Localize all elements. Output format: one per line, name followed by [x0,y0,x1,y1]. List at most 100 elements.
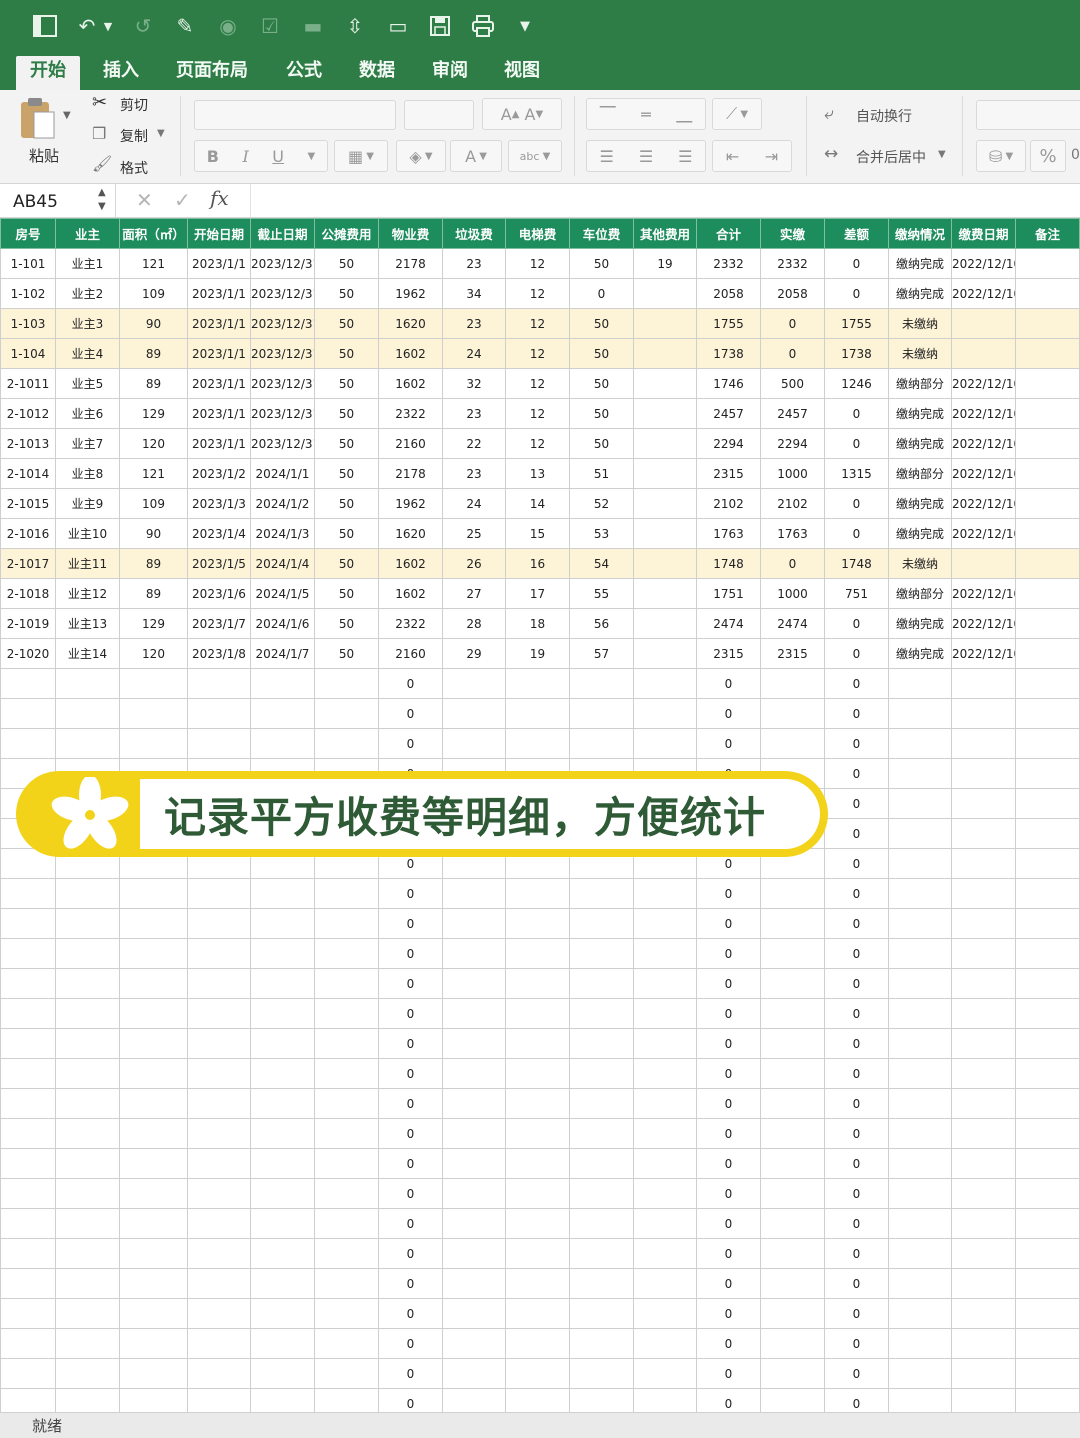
table-cell[interactable] [0,1028,56,1059]
table-cell[interactable] [760,1358,825,1389]
table-cell[interactable] [0,1088,56,1119]
table-cell[interactable] [442,1148,506,1179]
table-cell[interactable]: 0 [824,848,889,879]
table-cell[interactable] [55,1058,120,1089]
table-cell[interactable]: 2315 [696,638,761,669]
table-cell[interactable] [951,1088,1016,1119]
table-cell[interactable] [0,1328,56,1359]
table-cell[interactable] [0,698,56,729]
table-cell[interactable] [314,1238,379,1269]
currency-icon[interactable]: ⛁ ▼ [976,140,1026,172]
table-cell[interactable]: 1-102 [0,278,56,309]
table-cell[interactable] [633,1148,697,1179]
table-cell[interactable] [314,1388,379,1412]
table-cell[interactable]: 0 [696,1238,761,1269]
table-cell[interactable]: 1620 [378,308,443,339]
table-cell[interactable] [888,1088,952,1119]
cut-button[interactable]: 剪切 [120,95,148,115]
table-cell[interactable]: 50 [569,428,634,459]
table-cell[interactable] [1015,338,1080,369]
table-cell[interactable] [119,1118,188,1149]
table-cell[interactable]: 50 [314,638,379,669]
table-cell[interactable]: 0 [824,1058,889,1089]
table-cell[interactable]: 0 [824,728,889,759]
column-header[interactable]: 备注 [1015,218,1080,249]
table-cell[interactable] [951,938,1016,969]
table-cell[interactable]: 0 [824,1118,889,1149]
table-cell[interactable] [1015,668,1080,699]
table-cell[interactable]: 0 [824,608,889,639]
table-cell[interactable]: 缴纳完成 [888,608,952,639]
table-cell[interactable] [0,1208,56,1239]
table-cell[interactable]: 23 [442,458,506,489]
table-cell[interactable] [442,938,506,969]
table-cell[interactable]: 2294 [760,428,825,459]
table-cell[interactable]: 2023/1/1 [187,398,251,429]
table-cell[interactable] [250,1238,315,1269]
table-cell[interactable]: 0 [824,428,889,459]
column-header[interactable]: 开始日期 [187,218,251,249]
table-cell[interactable] [442,968,506,999]
table-cell[interactable] [442,1208,506,1239]
table-cell[interactable] [314,998,379,1029]
table-cell[interactable] [951,848,1016,879]
table-cell[interactable] [1015,518,1080,549]
sidebar-toggle-icon[interactable] [30,12,60,40]
table-cell[interactable]: 56 [569,608,634,639]
table-cell[interactable]: 0 [696,1028,761,1059]
table-cell[interactable]: 0 [569,278,634,309]
table-cell[interactable] [760,1148,825,1179]
font-size-grow-shrink[interactable]: A ▲ A ▼ [482,98,562,130]
table-cell[interactable] [119,1298,188,1329]
table-cell[interactable] [951,1148,1016,1179]
table-cell[interactable]: 89 [119,368,188,399]
table-cell[interactable]: 55 [569,578,634,609]
table-cell[interactable]: 89 [119,338,188,369]
table-cell[interactable] [1015,908,1080,939]
table-cell[interactable] [442,1388,506,1412]
table-cell[interactable] [55,1358,120,1389]
table-cell[interactable] [187,668,251,699]
table-cell[interactable]: 2023/1/4 [187,518,251,549]
table-cell[interactable]: 缴纳部分 [888,368,952,399]
table-cell[interactable] [187,908,251,939]
table-cell[interactable]: 0 [760,338,825,369]
table-cell[interactable]: 0 [378,908,443,939]
table-cell[interactable] [314,1178,379,1209]
table-cell[interactable] [888,848,952,879]
table-cell[interactable] [119,998,188,1029]
table-cell[interactable] [0,668,56,699]
table-cell[interactable] [442,728,506,759]
table-cell[interactable] [187,998,251,1029]
table-cell[interactable]: 2102 [760,488,825,519]
table-cell[interactable] [505,1238,570,1269]
table-cell[interactable] [442,1298,506,1329]
table-cell[interactable]: 50 [314,368,379,399]
table-cell[interactable] [119,938,188,969]
table-cell[interactable] [569,1118,634,1149]
table-cell[interactable] [314,968,379,999]
table-cell[interactable]: 2474 [760,608,825,639]
table-cell[interactable] [569,938,634,969]
table-cell[interactable] [0,998,56,1029]
table-cell[interactable] [119,968,188,999]
table-cell[interactable]: 0 [824,1268,889,1299]
table-cell[interactable] [951,1208,1016,1239]
table-cell[interactable] [951,1118,1016,1149]
table-cell[interactable] [569,1268,634,1299]
table-cell[interactable] [119,1358,188,1389]
table-cell[interactable]: 0 [696,1058,761,1089]
table-cell[interactable]: 50 [314,248,379,279]
table-cell[interactable]: 89 [119,578,188,609]
table-cell[interactable] [951,548,1016,579]
table-cell[interactable] [314,1298,379,1329]
tab-view[interactable]: 视图 [490,56,554,90]
table-cell[interactable]: 2023/12/31 [250,428,315,459]
table-cell[interactable]: 2322 [378,608,443,639]
table-cell[interactable] [569,1388,634,1412]
table-cell[interactable] [505,1148,570,1179]
bold-button[interactable]: B [207,147,219,166]
table-cell[interactable] [951,878,1016,909]
table-cell[interactable]: 0 [696,968,761,999]
table-cell[interactable]: 业主7 [55,428,120,459]
